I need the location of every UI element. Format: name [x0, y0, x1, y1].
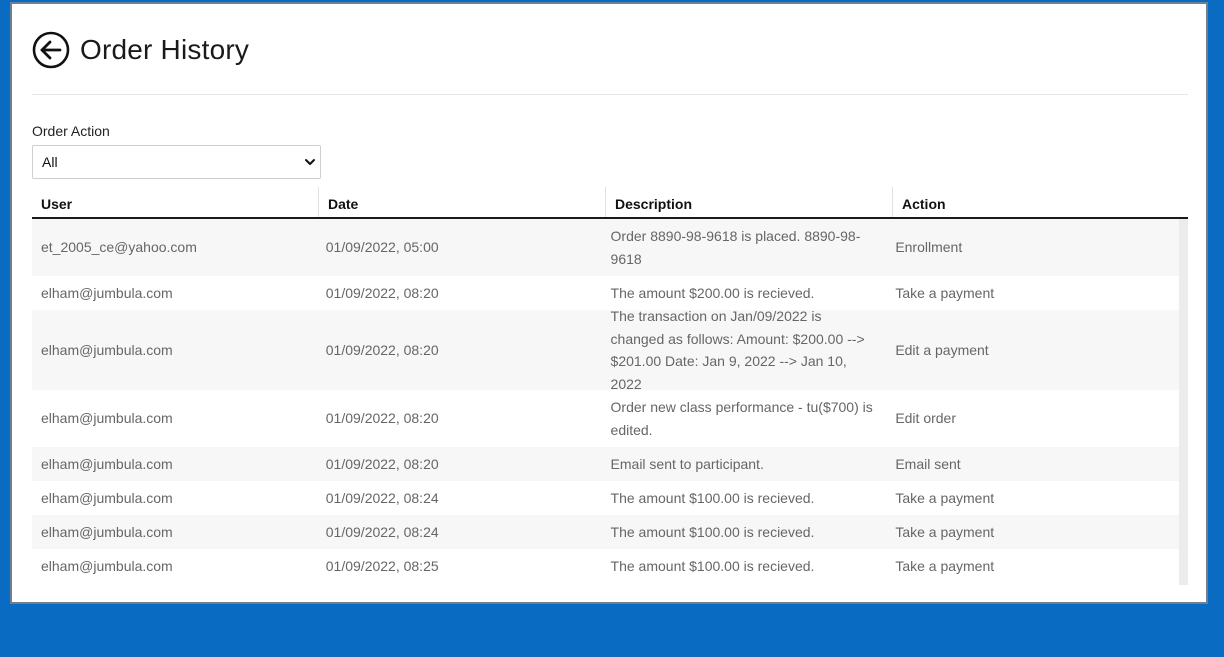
table-row: elham@jumbula.com 01/09/2022, 08:24 The … — [32, 481, 1179, 515]
order-history-table: User Date Description Action et_2005_ce@… — [32, 187, 1188, 585]
order-history-panel: Order History Order Action All User Date… — [10, 2, 1208, 604]
cell-user: elham@jumbula.com — [41, 489, 173, 506]
cell-description: The amount $100.00 is recieved. — [610, 523, 815, 540]
order-action-label: Order Action — [32, 123, 110, 139]
cell-user: elham@jumbula.com — [41, 455, 173, 472]
table-scrollbar[interactable] — [1179, 219, 1188, 585]
table-body: et_2005_ce@yahoo.com 01/09/2022, 05:00 O… — [32, 219, 1188, 585]
cell-description: Order 8890-98-9618 is placed. 8890-98-96… — [610, 228, 861, 267]
column-header-description[interactable]: Description — [605, 187, 893, 217]
cell-description: The amount $200.00 is recieved. — [610, 284, 815, 301]
cell-date: 01/09/2022, 08:20 — [325, 455, 439, 472]
table-row: elham@jumbula.com 01/09/2022, 08:20 Orde… — [32, 390, 1179, 447]
cell-date: 01/09/2022, 08:24 — [325, 489, 439, 506]
table-row: et_2005_ce@yahoo.com 01/09/2022, 05:00 O… — [32, 219, 1179, 276]
cell-action: Take a payment — [895, 489, 995, 506]
header-divider — [32, 94, 1188, 95]
cell-user: elham@jumbula.com — [41, 341, 173, 358]
cell-description: Order new class performance - tu($700) i… — [610, 399, 873, 438]
cell-description: The amount $100.00 is recieved. — [610, 557, 815, 574]
chevron-down-icon — [305, 159, 315, 165]
cell-description: The amount $100.00 is recieved. — [610, 489, 815, 506]
cell-description: The transaction on Jan/09/2022 is change… — [610, 308, 865, 392]
cell-user: elham@jumbula.com — [41, 523, 173, 540]
order-action-selected-value: All — [42, 154, 58, 170]
page-header: Order History — [32, 30, 249, 70]
cell-action: Edit order — [895, 410, 957, 427]
cell-date: 01/09/2022, 08:24 — [325, 523, 439, 540]
cell-date: 01/09/2022, 05:00 — [325, 239, 439, 256]
table-header: User Date Description Action — [32, 187, 1188, 219]
cell-date: 01/09/2022, 08:20 — [325, 284, 439, 301]
cell-date: 01/09/2022, 08:20 — [325, 410, 439, 427]
column-header-date[interactable]: Date — [318, 187, 606, 217]
cell-date: 01/09/2022, 08:20 — [325, 341, 439, 358]
table-row: elham@jumbula.com 01/09/2022, 08:25 The … — [32, 549, 1179, 583]
cell-user: elham@jumbula.com — [41, 557, 173, 574]
cell-action: Email sent — [895, 455, 961, 472]
column-header-action[interactable]: Action — [892, 187, 1188, 217]
order-action-select[interactable]: All — [32, 145, 321, 179]
column-header-user[interactable]: User — [32, 187, 319, 217]
cell-action: Take a payment — [895, 284, 995, 301]
table-row: elham@jumbula.com 01/09/2022, 08:20 The … — [32, 308, 1179, 392]
page-title: Order History — [80, 34, 250, 65]
cell-date: 01/09/2022, 08:25 — [325, 557, 439, 574]
cell-user: et_2005_ce@yahoo.com — [41, 239, 197, 256]
table-row: elham@jumbula.com 01/09/2022, 08:20 Emai… — [32, 447, 1179, 481]
cell-user: elham@jumbula.com — [41, 284, 173, 301]
cell-action: Take a payment — [895, 557, 995, 574]
table-row: elham@jumbula.com 01/09/2022, 08:24 The … — [32, 515, 1179, 549]
cell-description: Email sent to participant. — [610, 455, 764, 472]
arrow-left-circle-icon[interactable] — [32, 31, 70, 69]
cell-user: elham@jumbula.com — [41, 410, 173, 427]
cell-action: Edit a payment — [895, 341, 989, 358]
cell-action: Take a payment — [895, 523, 995, 540]
cell-action: Enrollment — [895, 239, 963, 256]
